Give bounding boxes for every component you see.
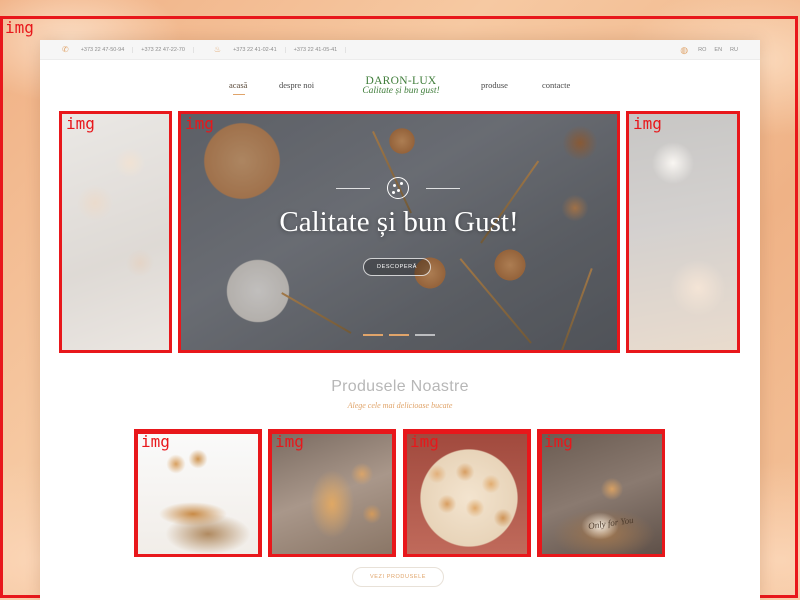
cake-icon: ♨ [213,45,222,54]
main-nav: acasă despre noi DARON-LUX Calitate și b… [40,70,760,104]
phone-1[interactable]: +373 22 47-50-94 [73,46,134,53]
lang-ru[interactable]: RU [730,47,738,53]
detection-box-slide-left: img [59,111,172,353]
lang-ro[interactable]: RO [698,47,706,53]
detection-box-hero: img [178,111,620,353]
detection-box-product-2: img [268,429,396,557]
phone-icon: ✆ [62,45,69,54]
detection-box-product-3: img [403,429,531,557]
view-products-button[interactable]: VEZI PRODUSELE [352,567,444,587]
phone-2[interactable]: +373 22 47-22-70 [133,46,194,53]
lang-en[interactable]: EN [714,47,722,53]
detection-box-product-1: img [134,429,262,557]
phone-group-1: ✆ +373 22 47-50-94 +373 22 47-22-70 [40,40,194,60]
detection-label: img [5,18,34,37]
nav-active-underline [233,94,245,95]
logo[interactable]: DARON-LUX Calitate și bun gust! [346,75,456,96]
logo-tagline: Calitate și bun gust! [362,86,440,96]
language-switcher: ◍ RO EN RU [680,40,738,60]
nav-item-despre-noi[interactable]: despre noi [279,80,314,90]
phone-group-2: ♨ +373 22 41-02-41 +373 22 41-05-41 [194,40,347,60]
phone-4[interactable]: +373 22 41-05-41 [286,46,347,53]
detection-box-product-4: img [537,429,665,557]
products-section-title: Produsele Noastre [331,378,469,395]
nav-item-produse[interactable]: produse [481,80,508,90]
nav-item-contacte[interactable]: contacte [542,80,570,90]
products-section-subtitle: Alege cele mai delicioase bucate [347,401,453,410]
detection-box-slide-right: img [626,111,740,353]
top-info-bar: ✆ +373 22 47-50-94 +373 22 47-22-70 ♨ +3… [40,40,760,60]
phone-3[interactable]: +373 22 41-02-41 [225,46,286,53]
globe-icon: ◍ [680,44,689,55]
nav-item-acasa[interactable]: acasă [229,80,247,90]
